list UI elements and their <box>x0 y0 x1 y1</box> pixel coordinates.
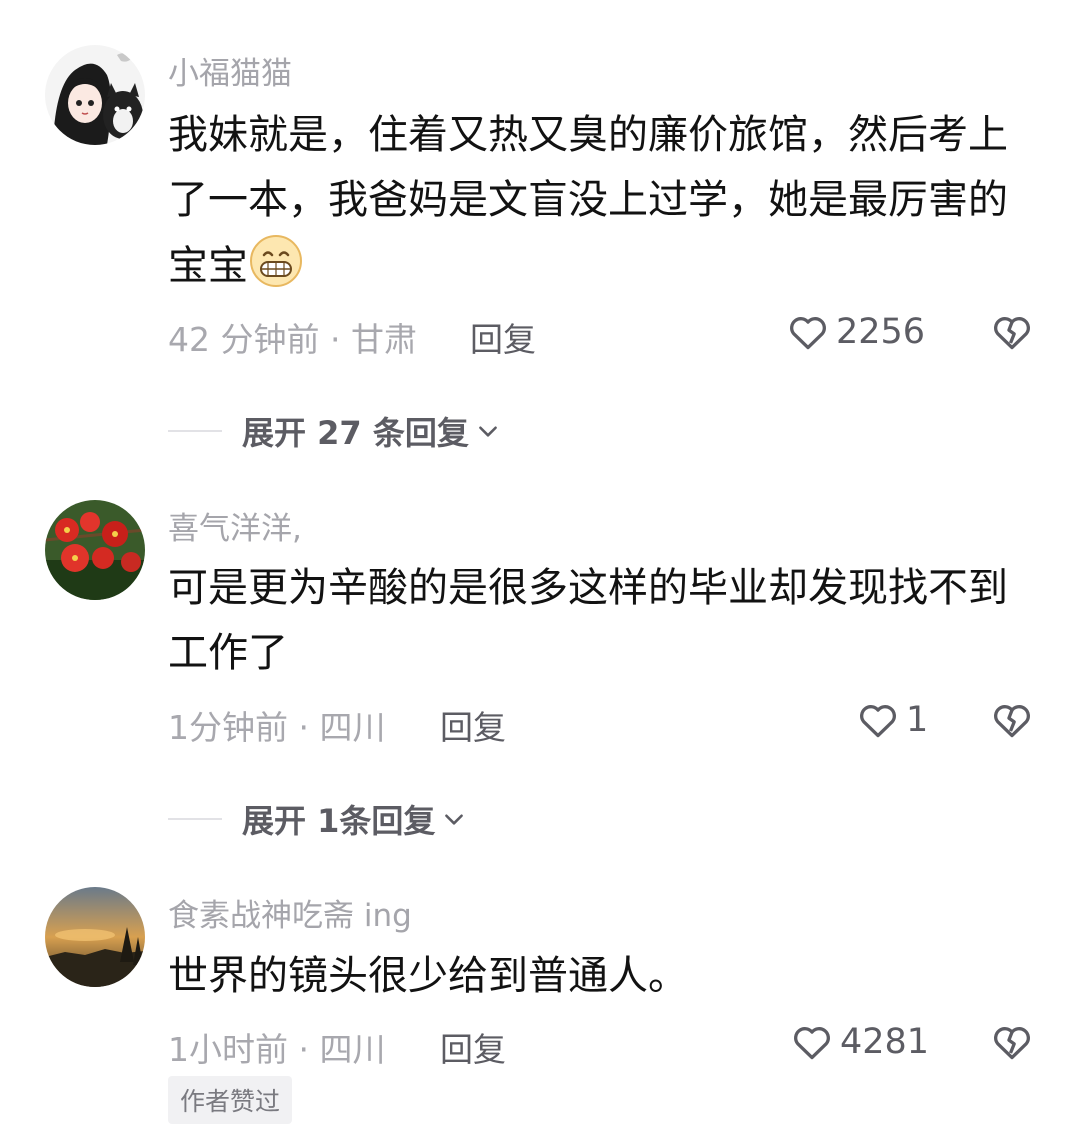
comment-meta: 1小时前 · 四川 <box>168 1030 386 1069</box>
divider <box>168 430 222 432</box>
username[interactable]: 食素战神吃斋 ing <box>168 890 412 935</box>
broken-heart-icon <box>994 705 1030 738</box>
reply-button[interactable]: 回复 <box>440 701 506 749</box>
like-count: 1 <box>906 700 929 740</box>
like-button[interactable]: 2256 <box>786 310 925 354</box>
chevron-down-icon <box>445 814 464 825</box>
reply-button[interactable]: 回复 <box>470 313 536 361</box>
avatar[interactable] <box>45 500 145 600</box>
comment-meta: 1分钟前 · 四川 <box>168 708 386 747</box>
avatar[interactable] <box>45 887 145 987</box>
divider <box>168 818 222 820</box>
like-count: 2256 <box>836 312 926 352</box>
broken-heart-icon <box>994 317 1030 350</box>
like-count: 4281 <box>840 1022 930 1062</box>
chevron-down-icon <box>478 426 497 437</box>
comment-text: 可是更为辛酸的是很多这样的毕业却发现找不到工作了 <box>168 565 1008 676</box>
dislike-button[interactable] <box>990 698 1034 742</box>
grinning-face-emoji <box>248 233 304 289</box>
username[interactable]: 小福猫猫 <box>168 48 292 93</box>
expand-replies-label: 展开 27 条回复 <box>242 414 469 452</box>
author-liked-badge: 作者赞过 <box>168 1076 293 1124</box>
comment-text: 我妹就是，住着又热又臭的廉价旅馆，然后考上了一本，我爸妈是文盲没上过学，她是最厉… <box>168 103 1038 299</box>
broken-heart-icon <box>994 1027 1030 1060</box>
like-button[interactable]: 4281 <box>790 1020 929 1064</box>
heart-outline-icon <box>794 1027 830 1060</box>
comment-meta: 42 分钟前 · 甘肃 <box>168 320 417 359</box>
comment-text: 世界的镜头很少给到普通人。 <box>168 953 688 999</box>
expand-replies-label: 展开 1条回复 <box>242 802 436 840</box>
heart-outline-icon <box>790 317 826 350</box>
expand-replies-button[interactable]: 展开 1条回复 <box>168 796 467 842</box>
username[interactable]: 喜气洋洋, <box>168 503 302 548</box>
avatar[interactable] <box>45 45 145 145</box>
expand-replies-button[interactable]: 展开 27 条回复 <box>168 408 501 454</box>
dislike-button[interactable] <box>990 310 1034 354</box>
like-button[interactable]: 1 <box>856 698 928 742</box>
reply-button[interactable]: 回复 <box>440 1023 506 1071</box>
heart-outline-icon <box>860 705 896 738</box>
dislike-button[interactable] <box>990 1020 1034 1064</box>
